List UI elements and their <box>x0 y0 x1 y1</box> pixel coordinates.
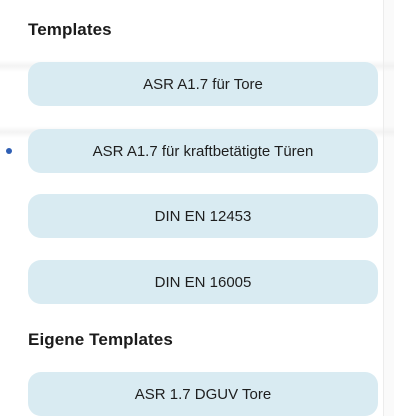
template-button-asr-a17-kraftbetaetigte-tueren[interactable]: ASR A1.7 für kraftbetätigte Türen <box>28 129 378 173</box>
own-templates-section-title: Eigene Templates <box>28 330 173 349</box>
template-button-din-en-12453[interactable]: DIN EN 12453 <box>28 194 378 238</box>
template-button-din-en-16005[interactable]: DIN EN 16005 <box>28 260 378 304</box>
template-picker-screen: Templates ASR A1.7 für Tore ASR A1.7 für… <box>0 0 394 416</box>
template-button-asr-a17-tore[interactable]: ASR A1.7 für Tore <box>28 62 378 106</box>
template-button-asr-17-dguv-tore[interactable]: ASR 1.7 DGUV Tore <box>28 372 378 416</box>
templates-section-title: Templates <box>28 20 112 39</box>
selection-indicator-dot <box>6 148 12 154</box>
